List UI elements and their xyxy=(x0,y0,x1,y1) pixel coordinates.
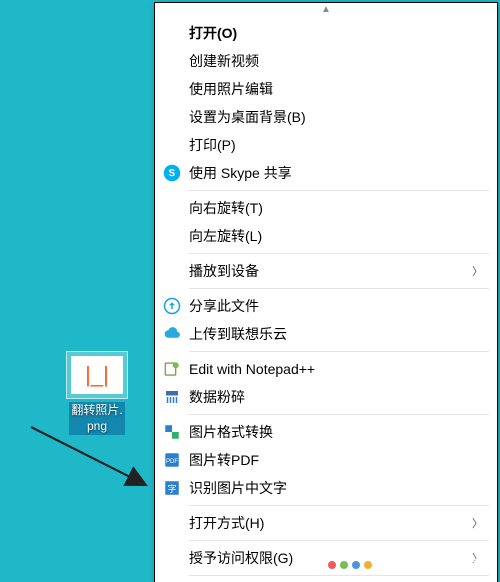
menu-rotate-left[interactable]: 向左旋转(L) xyxy=(155,222,497,250)
watermark: 纯净系统之家 xyxy=(328,552,490,576)
menu-data-shred[interactable]: 数据粉碎 xyxy=(155,383,497,411)
menu-separator xyxy=(189,253,489,254)
context-menu: ▲ 打开(O) 创建新视频 使用照片编辑 设置为桌面背景(B) 打印(P) 使用… xyxy=(154,2,498,582)
menu-create-video[interactable]: 创建新视频 xyxy=(155,47,497,75)
submenu-arrow-icon: 〉 xyxy=(472,515,483,531)
menu-separator xyxy=(189,288,489,289)
submenu-arrow-icon: 〉 xyxy=(472,263,483,279)
svg-text:PDF: PDF xyxy=(166,459,178,465)
menu-set-wallpaper[interactable]: 设置为桌面背景(B) xyxy=(155,103,497,131)
menu-cast-to-device[interactable]: 播放到设备 〉 xyxy=(155,257,497,285)
menu-ocr-chinese[interactable]: 字 识别图片中文字 xyxy=(155,474,497,502)
menu-skype-share[interactable]: 使用 Skype 共享 xyxy=(155,159,497,187)
menu-scroll-up-icon[interactable]: ▲ xyxy=(155,5,497,19)
menu-upload-lenovo-cloud[interactable]: 上传到联想乐云 xyxy=(155,320,497,348)
shred-icon xyxy=(163,388,181,406)
menu-edit-notepadpp[interactable]: Edit with Notepad++ xyxy=(155,355,497,383)
menu-image-convert[interactable]: 图片格式转换 xyxy=(155,418,497,446)
image-pdf-icon: PDF xyxy=(163,451,181,469)
menu-print[interactable]: 打印(P) xyxy=(155,131,497,159)
menu-edit-photos[interactable]: 使用照片编辑 xyxy=(155,75,497,103)
share-icon xyxy=(163,297,181,315)
menu-separator xyxy=(189,505,489,506)
menu-separator xyxy=(189,190,489,191)
desktop-file-icon[interactable]: |_| 翻转照片.png xyxy=(60,352,134,435)
desktop: |_| 翻转照片.png ▲ 打开(O) 创建新视频 使用照片编辑 设置为桌面背… xyxy=(0,0,500,582)
lenovo-cloud-icon xyxy=(163,325,181,343)
watermark-dot-icon xyxy=(352,561,360,569)
menu-open-with[interactable]: 打开方式(H) 〉 xyxy=(155,509,497,537)
menu-separator xyxy=(189,414,489,415)
notepadpp-icon xyxy=(163,360,181,378)
ocr-icon: 字 xyxy=(163,479,181,497)
watermark-dot-icon xyxy=(364,561,372,569)
menu-rotate-right[interactable]: 向右旋转(T) xyxy=(155,194,497,222)
watermark-text: 纯净系统之家 xyxy=(382,558,490,575)
menu-separator xyxy=(189,540,489,541)
file-label: 翻转照片.png xyxy=(69,402,124,435)
menu-image-to-pdf[interactable]: PDF 图片转PDF xyxy=(155,446,497,474)
file-thumbnail: |_| xyxy=(67,352,127,398)
svg-text:字: 字 xyxy=(167,483,176,494)
menu-share-file[interactable]: 分享此文件 xyxy=(155,292,497,320)
menu-separator xyxy=(189,351,489,352)
watermark-dot-icon xyxy=(340,561,348,569)
image-convert-icon xyxy=(163,423,181,441)
file-glyph: |_| xyxy=(85,362,109,388)
menu-open[interactable]: 打开(O) xyxy=(155,19,497,47)
watermark-dot-icon xyxy=(328,561,336,569)
skype-icon xyxy=(163,164,181,182)
